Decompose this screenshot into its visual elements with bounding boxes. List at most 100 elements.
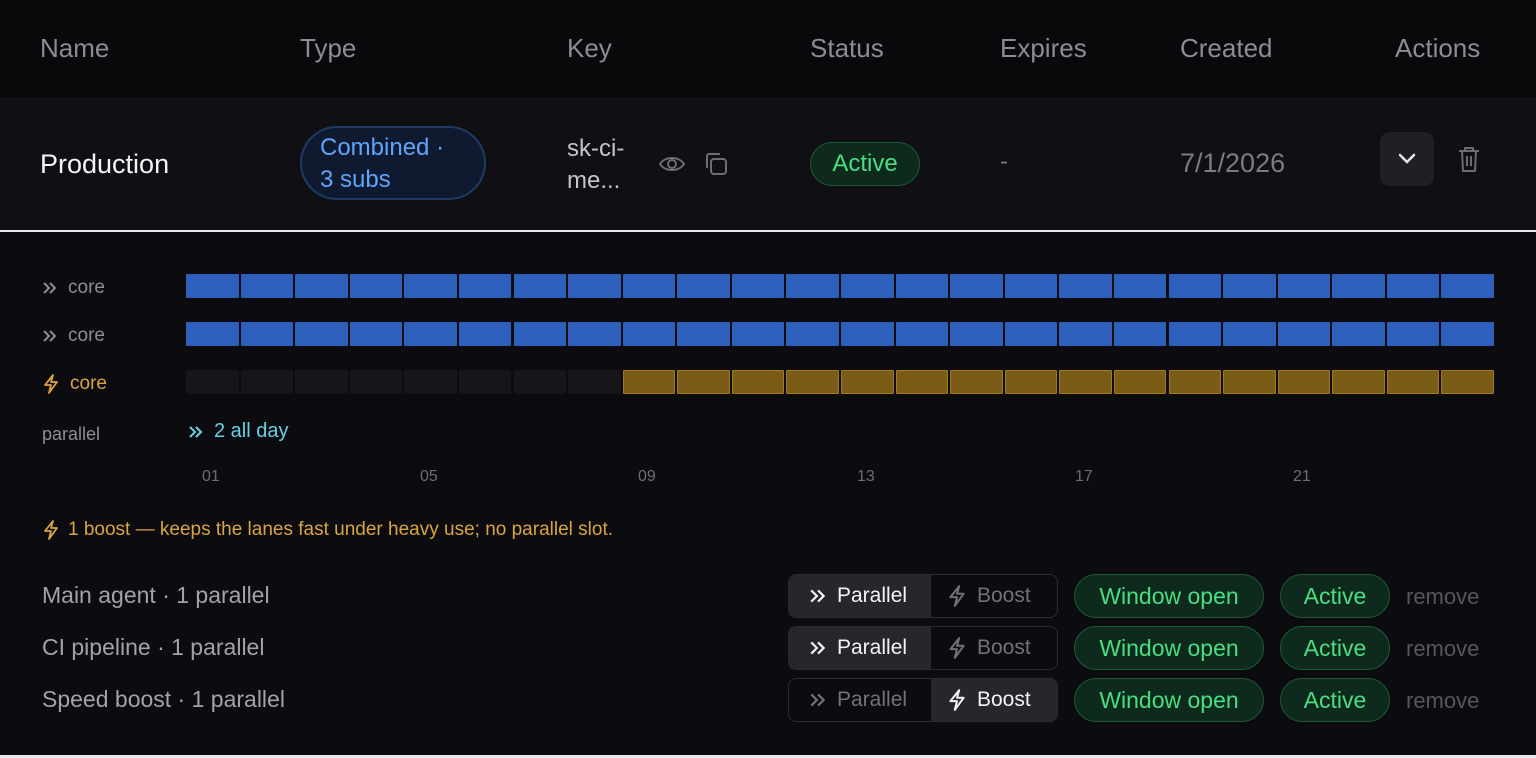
- boost-note: 1 boost — keeps the lanes fast under hea…: [42, 519, 613, 541]
- lane-slot-active: [1223, 274, 1276, 298]
- hour-tick: 05: [420, 468, 438, 485]
- hour-tick: 13: [857, 468, 875, 485]
- hour-tick: 17: [1075, 468, 1093, 485]
- lane-slot-active: [568, 322, 621, 346]
- lane-slot-active: [568, 274, 621, 298]
- lane-slot-active: [1332, 370, 1385, 394]
- lane-slot-active: [458, 322, 512, 346]
- lane-slot-active: [622, 322, 676, 346]
- lane-slot-active: [1168, 274, 1222, 298]
- double-chevron-right-icon: [188, 425, 204, 439]
- lane-timeline-3: [186, 370, 1494, 394]
- parallel-summary-text: 2 all day: [214, 420, 289, 442]
- lane-slot-empty: [349, 370, 403, 394]
- window-status-badge: Window open: [1074, 626, 1264, 670]
- masked-key-line1: sk-ci-: [567, 135, 625, 162]
- window-status-badge: Window open: [1074, 678, 1264, 722]
- double-chevron-right-icon: [42, 281, 58, 295]
- type-badge: Combined · 3 subs: [300, 126, 486, 200]
- remove-link[interactable]: remove: [1406, 636, 1479, 662]
- lane-slot-active: [1004, 370, 1058, 394]
- masked-key: sk-ci- me...: [567, 133, 637, 197]
- sub-name: Speed boost · 1 parallel: [42, 686, 285, 712]
- table-header: Name Type Key Status Expires Created Act…: [0, 0, 1536, 98]
- parallel-label: parallel: [42, 424, 101, 444]
- lane-slot-active: [786, 274, 839, 298]
- lane-slot-active: [950, 322, 1003, 346]
- boost-note-text: 1 boost — keeps the lanes fast under hea…: [68, 519, 613, 540]
- expand-button[interactable]: [1380, 132, 1434, 186]
- parallel-toggle-label: Parallel: [837, 584, 908, 607]
- lane-name: core: [68, 325, 105, 346]
- lane-slot-active: [731, 322, 785, 346]
- lane-slot-empty: [568, 370, 621, 394]
- remove-link[interactable]: remove: [1406, 584, 1479, 610]
- lane-slot-active: [786, 322, 839, 346]
- lane-slot-active: [1277, 274, 1331, 298]
- lane-slot-active: [1004, 274, 1058, 298]
- lane-slot-active: [1223, 370, 1276, 394]
- sub-status-badge: Active: [1280, 678, 1390, 722]
- boost-toggle-button[interactable]: Boost: [931, 575, 1057, 617]
- hour-tick: 09: [638, 468, 656, 485]
- parallel-toggle-label: Parallel: [837, 688, 908, 711]
- lane-slot-active: [1441, 370, 1494, 394]
- mode-toggle: Parallel Boost: [788, 574, 1058, 618]
- lane-slot-active: [349, 274, 403, 298]
- lane-slot-active: [295, 274, 348, 298]
- delete-button[interactable]: [1452, 142, 1486, 176]
- lane-slot-active: [731, 370, 785, 394]
- lane-slot-active: [895, 370, 949, 394]
- double-chevron-right-icon: [810, 641, 826, 655]
- copy-icon[interactable]: [700, 148, 732, 180]
- boost-toggle-label: Boost: [977, 688, 1031, 711]
- boost-toggle-button[interactable]: Boost: [931, 627, 1057, 669]
- expires-value: -: [1000, 148, 1008, 175]
- window-status-badge: Window open: [1074, 574, 1264, 618]
- lane-slot-active: [1277, 322, 1331, 346]
- lane-slot-active: [1168, 370, 1222, 394]
- lane-slot-active: [1113, 370, 1167, 394]
- lane-slot-active: [677, 274, 730, 298]
- type-badge-line2: 3 subs: [320, 166, 391, 193]
- lane-name: core: [68, 277, 105, 298]
- lane-slot-active: [1441, 274, 1494, 298]
- lane-slot-active: [513, 322, 567, 346]
- lane-slot-active: [240, 322, 294, 346]
- lane-slot-active: [186, 322, 239, 346]
- parallel-toggle-button[interactable]: Parallel: [789, 575, 931, 617]
- lane-slot-empty: [240, 370, 294, 394]
- lane-slot-active: [841, 322, 894, 346]
- lane-slot-active: [1059, 322, 1112, 346]
- lane-slot-active: [1277, 370, 1331, 394]
- lightning-icon: [42, 374, 60, 394]
- lane-slot-active: [622, 274, 676, 298]
- lane-slot-active: [1441, 322, 1494, 346]
- lane-slot-active: [1386, 274, 1440, 298]
- lane-slot-active: [895, 322, 949, 346]
- eye-icon[interactable]: [656, 150, 688, 178]
- sub-status-badge: Active: [1280, 574, 1390, 618]
- column-header-type: Type: [300, 33, 357, 63]
- lane-slot-active: [1168, 322, 1222, 346]
- lane-slot-active: [895, 274, 949, 298]
- lightning-icon: [949, 637, 965, 659]
- lane-slot-active: [1223, 322, 1276, 346]
- remove-link[interactable]: remove: [1406, 688, 1479, 714]
- lightning-icon: [949, 585, 965, 607]
- lane-label-2: core: [42, 324, 105, 348]
- lane-slot-active: [513, 274, 567, 298]
- lane-label-1: core: [42, 276, 105, 300]
- lane-slot-active: [1113, 274, 1167, 298]
- lane-slot-active: [1059, 274, 1112, 298]
- parallel-toggle-button[interactable]: Parallel: [789, 627, 931, 669]
- lane-slot-active: [786, 370, 839, 394]
- mode-toggle: Parallel Boost: [788, 678, 1058, 722]
- sub-name: Main agent · 1 parallel: [42, 582, 270, 608]
- lane-slot-active: [1332, 274, 1385, 298]
- parallel-toggle-button[interactable]: Parallel: [789, 679, 931, 721]
- column-header-expires: Expires: [1000, 33, 1087, 63]
- lane-name: core: [70, 373, 107, 394]
- lane-slot-active: [1004, 322, 1058, 346]
- boost-toggle-button[interactable]: Boost: [931, 679, 1057, 721]
